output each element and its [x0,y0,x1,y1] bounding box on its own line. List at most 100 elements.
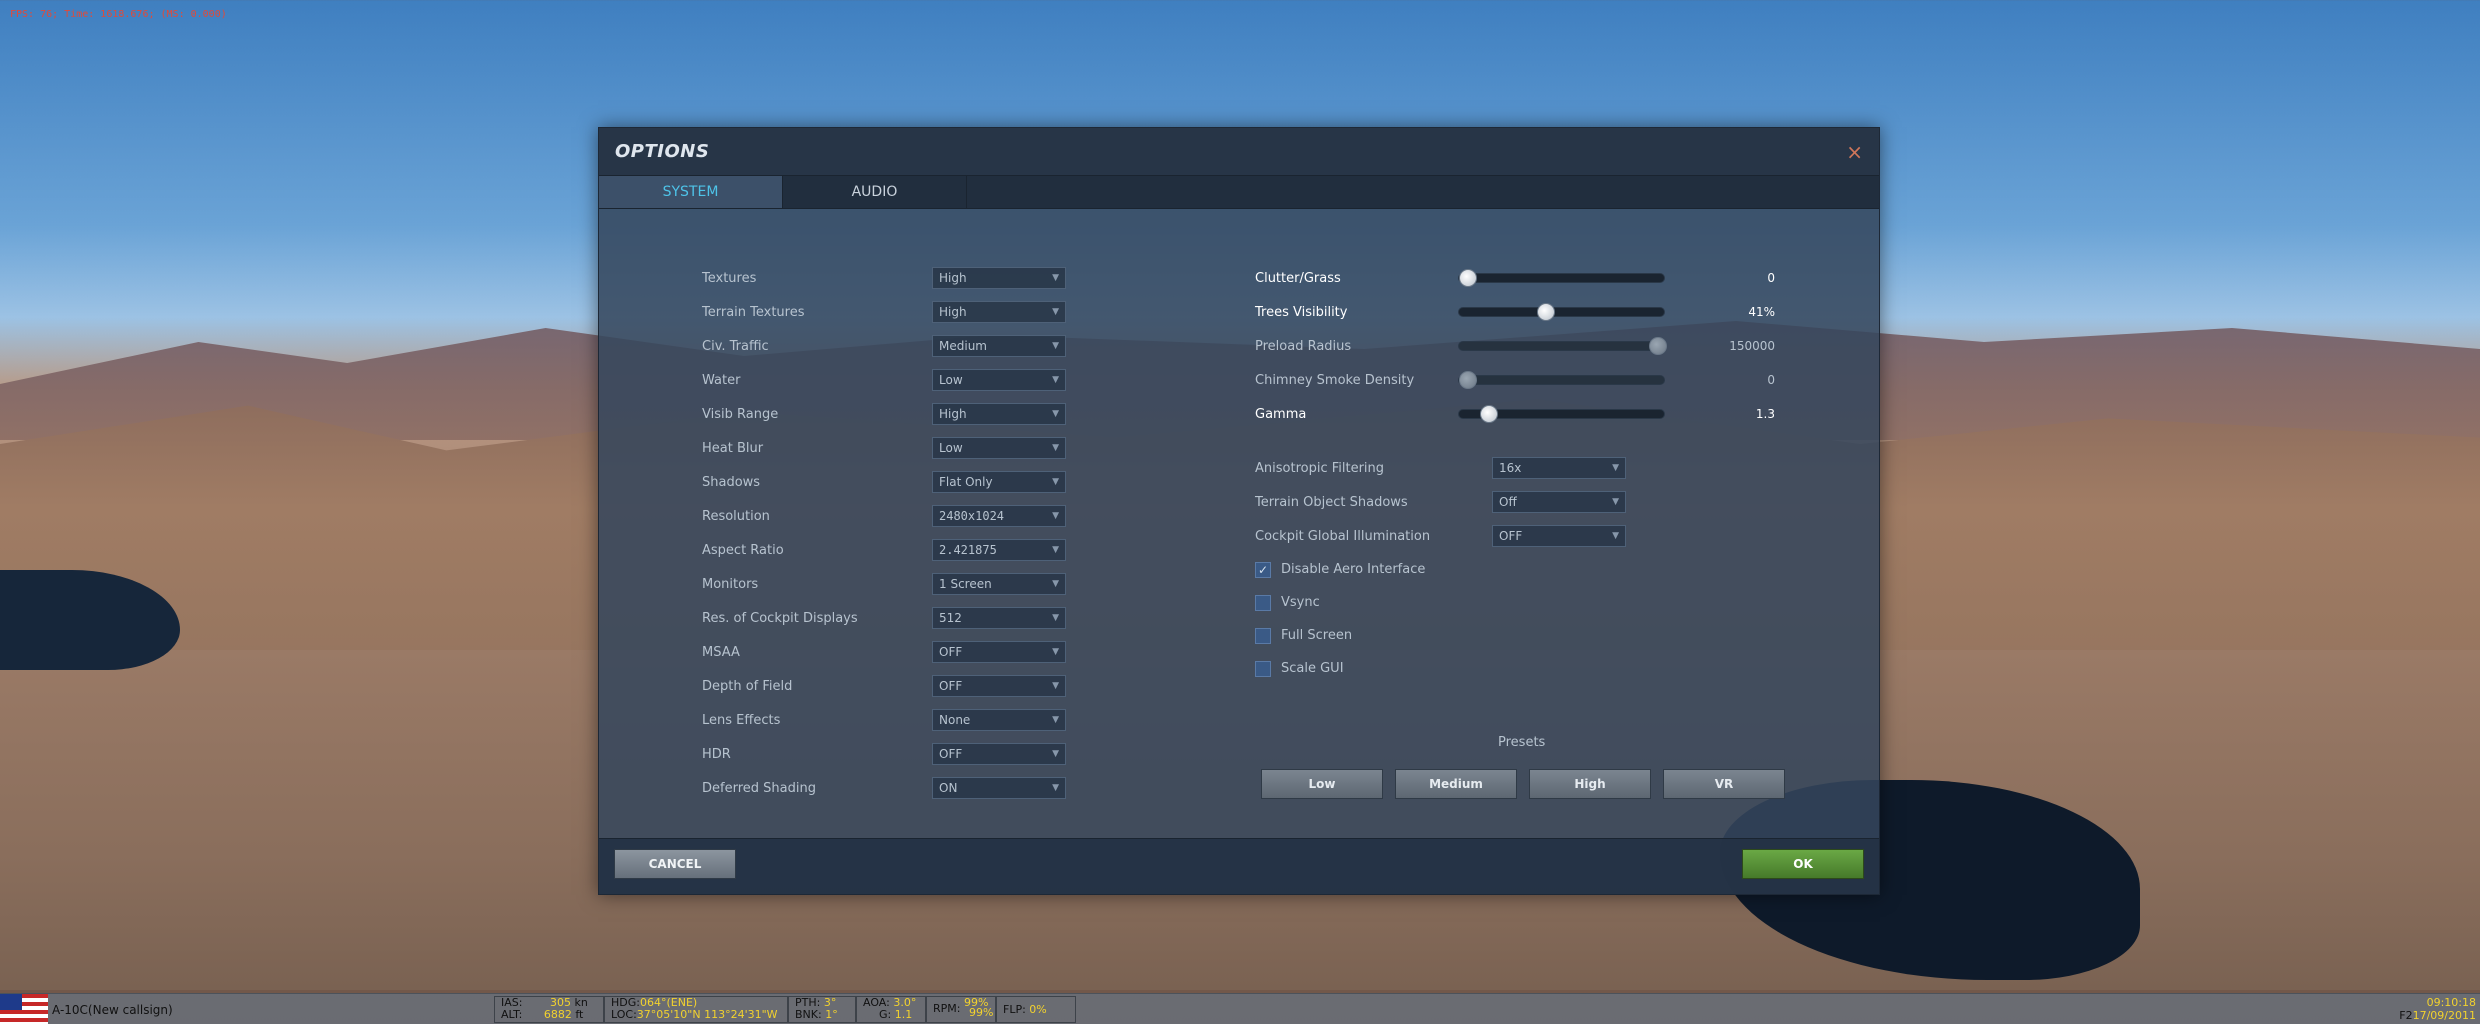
sim-clock: 09:10:18 F217/09/2011 [2399,996,2476,1022]
monitors-select[interactable]: 1 Screen ▼ [932,573,1066,595]
vsync-checkbox[interactable] [1255,594,1271,611]
slider-value: 41% [1748,305,1775,319]
chevron-down-icon: ▼ [1052,783,1059,793]
setting-label: Heat Blur [702,440,764,456]
callsign: A-10C(New callsign) [52,1003,173,1017]
setting-label: Water [702,372,741,388]
preset-low-button[interactable]: Low [1261,769,1383,799]
clutter-grass-slider[interactable] [1458,269,1666,287]
setting-row-anisotropic: Anisotropic Filtering 16x ▼ [1255,451,1775,485]
hud-rpm: RPM: 99% 99% [926,996,996,1023]
heat-blur-select[interactable]: Low ▼ [932,437,1066,459]
slider-label: Trees Visibility [1255,304,1348,320]
setting-label: Civ. Traffic [702,338,769,354]
chevron-down-icon: ▼ [1052,443,1059,453]
slider-knob[interactable] [1459,269,1478,287]
setting-label: MSAA [702,644,740,660]
setting-label: HDR [702,746,731,762]
depth-of-field-select[interactable]: OFF ▼ [932,675,1066,697]
dialog-titlebar: OPTIONS × [599,128,1879,176]
textures-select[interactable]: High ▼ [932,267,1066,289]
slider-value: 1.3 [1755,407,1775,421]
slider-list: Clutter/Grass 0 Trees Visibility 41% Prelo… [1255,261,1775,431]
setting-label: Shadows [702,474,761,490]
water-select[interactable]: Low ▼ [932,369,1066,391]
hdr-select[interactable]: OFF ▼ [932,743,1066,765]
checkbox-label: Full Screen [1281,628,1353,643]
sim-time: 09:10:18 [2426,996,2476,1009]
chevron-down-icon: ▼ [1612,463,1619,473]
dialog-footer: CANCEL OK [599,838,1879,894]
setting-row-deferred-shading: Deferred Shading ON ▼ [702,771,1066,805]
disable-aero-checkbox[interactable]: ✓ [1255,561,1271,578]
setting-row-monitors: Monitors 1 Screen ▼ [702,567,1066,601]
full-screen-checkbox[interactable] [1255,627,1271,644]
setting-label: Cockpit Global Illumination [1255,528,1431,544]
left-settings-column: Textures High ▼ Terrain Textures High ▼ Civ.… [702,261,1066,805]
terrain-textures-select[interactable]: High ▼ [932,301,1066,323]
lens-effects-select[interactable]: None ▼ [932,709,1066,731]
chevron-down-icon: ▼ [1612,497,1619,507]
chevron-down-icon: ▼ [1052,375,1059,385]
setting-row-visib-range: Visib Range High ▼ [702,397,1066,431]
cockpit-illumination-select[interactable]: OFF ▼ [1492,525,1626,547]
checkbox-label: Scale GUI [1281,661,1344,676]
cockpit-displays-select[interactable]: 512 ▼ [932,607,1066,629]
gamma-slider[interactable] [1458,405,1666,423]
checkbox-label: Disable Aero Interface [1281,562,1426,577]
slider-row-preload-radius: Preload Radius 150000 [1255,329,1775,363]
msaa-select[interactable]: OFF ▼ [932,641,1066,663]
resolution-select[interactable]: 2480x1024 ▼ [932,505,1066,527]
anisotropic-select[interactable]: 16x ▼ [1492,457,1626,479]
slider-knob[interactable] [1459,371,1478,389]
setting-row-civ-traffic: Civ. Traffic Medium ▼ [702,329,1066,363]
shadows-select[interactable]: Flat Only ▼ [932,471,1066,493]
slider-row-chimney-smoke: Chimney Smoke Density 0 [1255,363,1775,397]
setting-row-msaa: MSAA OFF ▼ [702,635,1066,669]
trees-visibility-slider[interactable] [1458,303,1666,321]
preset-high-button[interactable]: High [1529,769,1651,799]
terrain-object-shadows-select[interactable]: Off ▼ [1492,491,1626,513]
tab-system[interactable]: SYSTEM [599,176,783,208]
setting-row-resolution: Resolution 2480x1024 ▼ [702,499,1066,533]
slider-knob[interactable] [1480,405,1499,423]
setting-label: Terrain Textures [702,304,805,320]
ok-button[interactable]: OK [1742,849,1864,879]
chevron-down-icon: ▼ [1052,647,1059,657]
preload-radius-slider[interactable] [1458,337,1668,355]
slider-knob[interactable] [1537,303,1556,321]
setting-row-cockpit-displays: Res. of Cockpit Displays 512 ▼ [702,601,1066,635]
chevron-down-icon: ▼ [1052,511,1059,521]
chimney-smoke-slider[interactable] [1458,371,1666,389]
setting-label: Res. of Cockpit Displays [702,610,858,626]
hud-aoa-g: AOA: 3.0° G: 1.1 [856,996,926,1023]
visib-range-select[interactable]: High ▼ [932,403,1066,425]
tab-audio[interactable]: AUDIO [783,176,967,208]
slider-row-clutter-grass: Clutter/Grass 0 [1255,261,1775,295]
presets-group: Low Medium High VR [1261,769,1785,799]
sim-date: 17/09/2011 [2412,1009,2476,1022]
scale-gui-checkbox[interactable] [1255,660,1271,677]
setting-label: Monitors [702,576,759,592]
date-prefix: F2 [2399,1009,2413,1022]
setting-row-terrain-object-shadows: Terrain Object Shadows Off ▼ [1255,485,1775,519]
cancel-button[interactable]: CANCEL [614,849,736,879]
civ-traffic-select[interactable]: Medium ▼ [932,335,1066,357]
aspect-ratio-select[interactable]: 2.421875 ▼ [932,539,1066,561]
slider-value: 150000 [1729,339,1775,353]
slider-label: Clutter/Grass [1255,270,1341,286]
preset-medium-button[interactable]: Medium [1395,769,1517,799]
setting-row-shadows: Shadows Flat Only ▼ [702,465,1066,499]
us-flag-icon [0,994,48,1024]
setting-row-textures: Textures High ▼ [702,261,1066,295]
setting-row-aspect-ratio: Aspect Ratio 2.421875 ▼ [702,533,1066,567]
preset-vr-button[interactable]: VR [1663,769,1785,799]
chevron-down-icon: ▼ [1052,579,1059,589]
chevron-down-icon: ▼ [1612,531,1619,541]
slider-value: 0 [1767,271,1775,285]
hud-ias-alt: IAS: 305 kn ALT: 6882 ft [494,996,604,1023]
hud-pth-bnk: PTH: 3° BNK: 1° [788,996,856,1023]
deferred-shading-select[interactable]: ON ▼ [932,777,1066,799]
close-icon[interactable]: × [1846,142,1863,162]
setting-row-lens-effects: Lens Effects None ▼ [702,703,1066,737]
